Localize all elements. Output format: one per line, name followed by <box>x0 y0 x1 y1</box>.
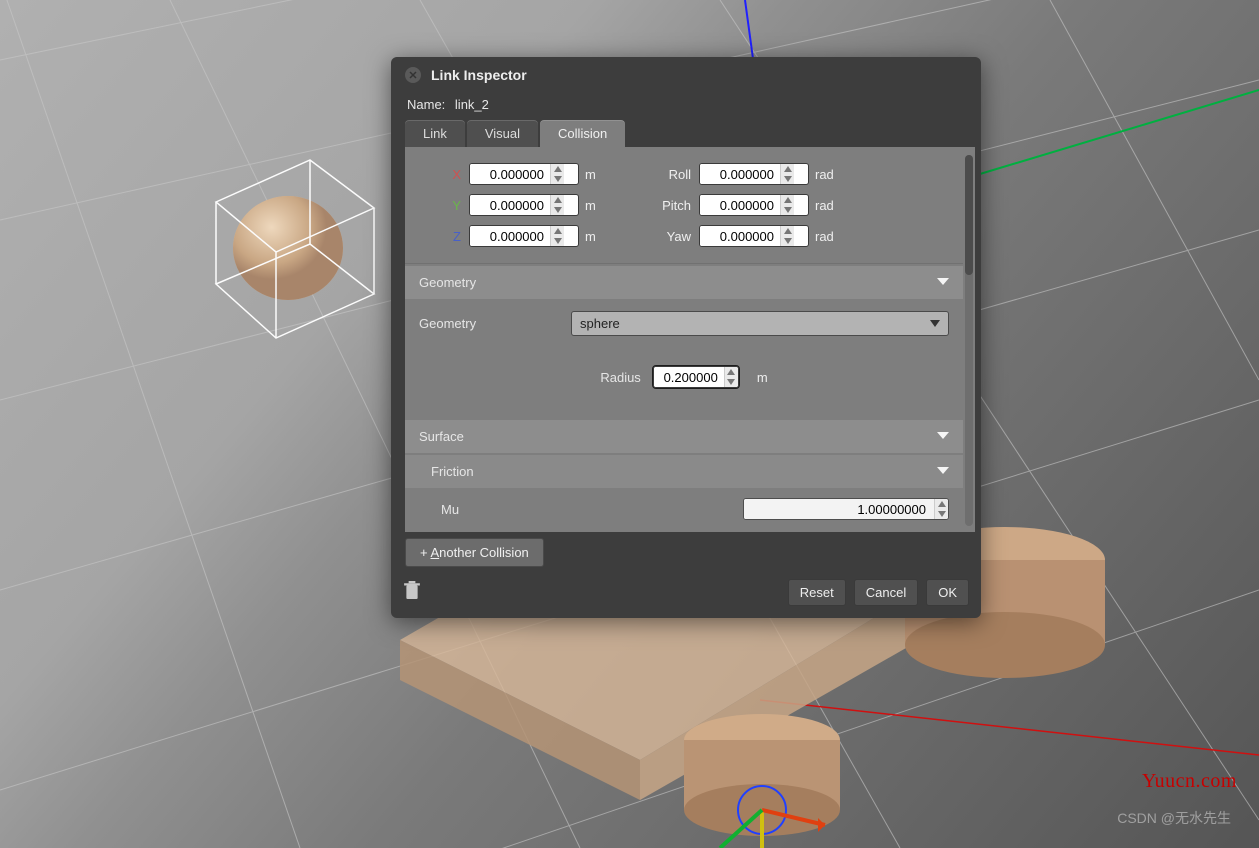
radius-input[interactable] <box>653 366 739 388</box>
radius-label: Radius <box>600 370 640 385</box>
z-label: Z <box>429 229 469 244</box>
mu-input[interactable] <box>743 498 949 520</box>
watermark-csdn: CSDN @无水先生 <box>1117 808 1231 828</box>
tabs: Link Visual Collision <box>391 120 981 147</box>
trash-icon[interactable] <box>403 581 421 604</box>
watermark-yuucn: Yuucn.com <box>1142 770 1237 793</box>
mu-label: Mu <box>441 502 459 517</box>
ok-button[interactable]: OK <box>926 579 969 606</box>
y-input[interactable] <box>469 194 579 216</box>
pitch-input[interactable] <box>699 194 809 216</box>
geometry-label: Geometry <box>419 316 559 331</box>
link-inspector-dialog: Link Inspector Name: link_2 Link Visual … <box>391 57 981 618</box>
roll-unit: rad <box>809 167 839 182</box>
tab-visual[interactable]: Visual <box>467 120 538 147</box>
scrollbar-thumb[interactable] <box>965 155 973 275</box>
yaw-input[interactable] <box>699 225 809 247</box>
x-input[interactable] <box>469 163 579 185</box>
surface-section-header[interactable]: Surface <box>405 420 963 453</box>
name-value: link_2 <box>455 97 489 112</box>
name-label: Name: <box>407 97 445 112</box>
name-row: Name: link_2 <box>391 91 981 120</box>
cancel-button[interactable]: Cancel <box>854 579 918 606</box>
geometry-section-label: Geometry <box>419 275 476 290</box>
roll-label: Roll <box>599 167 699 182</box>
z-unit: m <box>579 229 599 244</box>
scrollbar[interactable] <box>965 155 973 526</box>
dialog-title: Link Inspector <box>431 67 527 83</box>
add-another-collision-button[interactable]: + Another Collision <box>405 538 544 567</box>
pitch-label: Pitch <box>599 198 699 213</box>
geometry-select[interactable]: sphere <box>571 311 949 336</box>
friction-section-label: Friction <box>431 464 474 479</box>
tab-collision[interactable]: Collision <box>540 120 625 147</box>
pitch-unit: rad <box>809 198 839 213</box>
y-unit: m <box>579 198 599 213</box>
radius-unit: m <box>751 370 768 385</box>
z-input[interactable] <box>469 225 579 247</box>
reset-button[interactable]: Reset <box>788 579 846 606</box>
geometry-section-header[interactable]: Geometry <box>405 266 963 299</box>
surface-section-label: Surface <box>419 429 464 444</box>
chevron-down-icon <box>937 275 949 290</box>
geometry-selected: sphere <box>580 316 620 331</box>
yaw-unit: rad <box>809 229 839 244</box>
yaw-label: Yaw <box>599 229 699 244</box>
roll-input[interactable] <box>699 163 809 185</box>
y-label: Y <box>429 198 469 213</box>
chevron-down-icon <box>937 429 949 444</box>
tab-link[interactable]: Link <box>405 120 465 147</box>
chevron-down-icon <box>930 316 940 331</box>
x-unit: m <box>579 167 599 182</box>
close-icon[interactable] <box>405 67 421 83</box>
collision-panel: X m Roll rad Y m Pitch rad Z m Yaw rad <box>405 147 975 532</box>
chevron-down-icon <box>937 464 949 479</box>
x-label: X <box>429 167 469 182</box>
friction-section-header[interactable]: Friction <box>405 455 963 488</box>
